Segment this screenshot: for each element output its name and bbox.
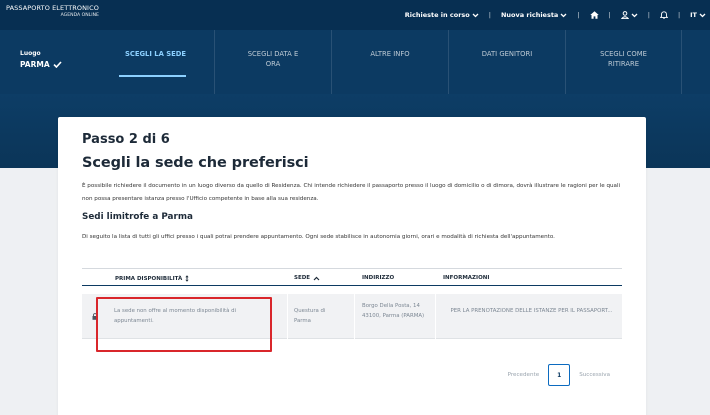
nav-divider: | [608,11,611,19]
sede-cell: Questura di Parma [294,308,326,324]
home-button[interactable] [589,11,599,19]
step-label: SCEGLI LA SEDE [124,50,187,58]
brand-subtitle: AGENDA ONLINE [60,12,99,18]
top-header: PASSAPORTO ELETTRONICO AGENDA ONLINE Ric… [0,0,710,30]
chevron-up-icon [313,276,320,280]
page-1-button[interactable]: 1 [548,364,571,386]
pagination: Precedente 1 Successiva [508,364,610,386]
notifications-button[interactable] [659,11,668,19]
chevron-down-icon [631,13,638,17]
main-card: Passo 2 di 6 Scegli la sede che preferis… [58,117,646,415]
step-label: SCEGLI DATA E ORA [247,50,299,68]
section-title: Sedi limitrofe a Parma [82,212,193,222]
column-divider [287,294,288,339]
nav-divider: | [647,11,650,19]
step-scegli-data-e-ora[interactable]: SCEGLI DATA E ORA [214,30,331,94]
language-label: IT [690,11,697,19]
step-label: DATI GENITORI [481,50,533,58]
table-header: PRIMA DISPONIBILITÀ SEDE INDIRIZZO INFOR… [82,268,622,286]
location-label: Luogo [20,50,41,57]
location-summary[interactable]: Luogo PARMA [20,50,62,69]
column-header-label: PRIMA DISPONIBILITÀ [115,275,183,282]
chevron-down-icon [472,13,479,17]
user-icon [620,11,629,19]
page-title: Scegli la sede che preferisci [82,155,309,171]
step-label: ALTRE INFO [370,50,410,58]
new-request-menu[interactable]: Nuova richiesta [501,11,567,19]
nav-divider: | [677,11,681,19]
location-value-wrap: PARMA [20,60,62,69]
top-nav: Richieste in corso | Nuova richiesta | |… [405,0,706,30]
location-value: PARMA [20,60,50,69]
column-header-label: SEDE [294,275,311,281]
step-counter: Passo 2 di 6 [82,132,170,147]
brand-title: PASSAPORTO ELETTRONICO [6,4,99,12]
user-menu[interactable] [620,11,638,19]
column-divider [354,294,355,339]
requests-menu[interactable]: Richieste in corso [405,11,479,19]
column-header-sede[interactable]: SEDE [294,275,320,281]
steps-bar: Luogo PARMA SCEGLI LA SEDE SCEGLI DATA E… [0,30,710,94]
previous-page-link[interactable]: Precedente [508,372,540,378]
column-divider [435,294,436,339]
language-selector[interactable]: IT [690,11,706,19]
nav-divider: | [488,11,491,19]
address-cell: Borgo Della Posta, 14 43100, Parma (PARM… [362,303,425,319]
highlight-annotation-box [96,297,272,352]
column-header-label: INDIRIZZO [362,275,395,281]
step-dati-genitori[interactable]: DATI GENITORI [448,30,565,94]
next-page-link[interactable]: Successiva [579,372,610,378]
bell-icon [659,11,668,19]
section-description: Di seguito la lista di tutti gli uffici … [82,234,555,240]
home-icon [589,11,599,19]
step-scegli-la-sede[interactable]: SCEGLI LA SEDE [97,30,214,94]
step-altre-info[interactable]: ALTRE INFO [331,30,448,94]
chevron-down-icon [560,13,567,17]
steps-list: SCEGLI LA SEDE SCEGLI DATA E ORA ALTRE I… [97,30,710,94]
intro-text: È possibile richiedere il documento in u… [82,183,621,202]
brand-logo[interactable]: PASSAPORTO ELETTRONICO AGENDA ONLINE [6,5,99,18]
column-header-info: INFORMAZIONI [443,275,489,281]
nav-divider: | [577,11,580,19]
column-header-label: INFORMAZIONI [443,275,490,281]
new-request-label: Nuova richiesta [500,11,559,19]
step-label: SCEGLI COME RITIRARE [600,50,647,68]
step-scegli-come-ritirare[interactable]: SCEGLI COME RITIRARE [565,30,682,94]
column-header-address: INDIRIZZO [362,275,394,281]
requests-menu-label: Richieste in corso [404,11,470,19]
sort-icon [185,275,189,282]
chevron-down-icon [699,13,706,17]
check-icon [53,61,62,68]
column-header-availability[interactable]: PRIMA DISPONIBILITÀ [115,275,189,282]
info-cell: PER LA PRENOTAZIONE DELLE ISTANZE PER IL… [450,308,613,314]
